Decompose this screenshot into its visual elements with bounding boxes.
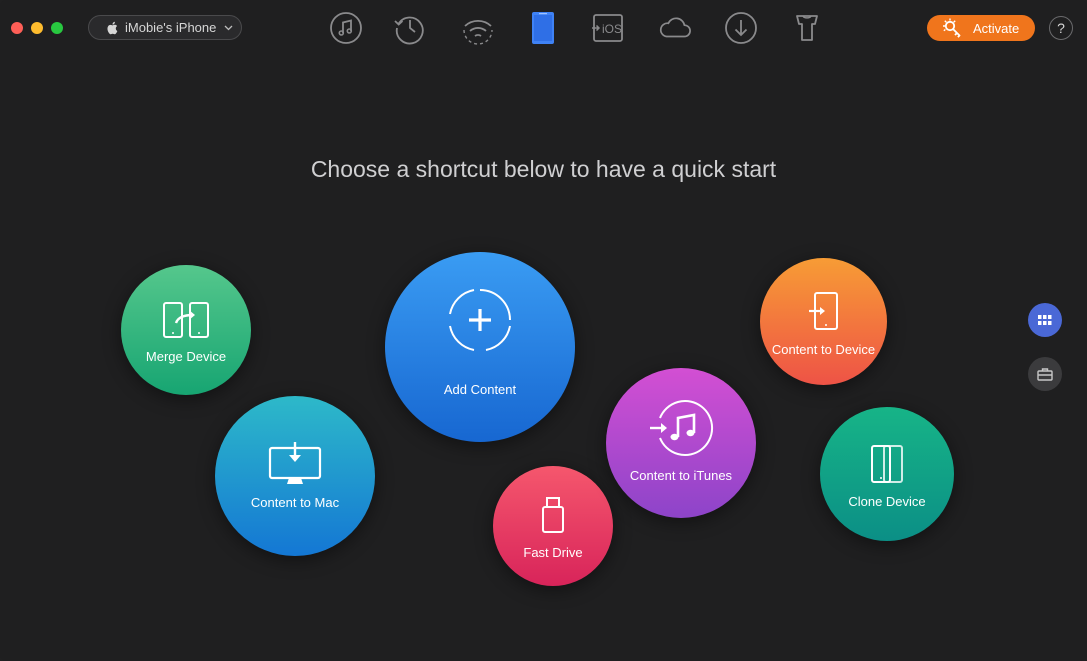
device-manager-icon[interactable] xyxy=(526,11,560,45)
grid-view-icon xyxy=(1038,315,1052,325)
toolbox-icon xyxy=(1037,367,1053,381)
content-to-mac-button[interactable]: Content to Mac xyxy=(215,396,375,556)
fast-drive-button[interactable]: Fast Drive xyxy=(493,466,613,586)
music-icon[interactable] xyxy=(329,11,363,45)
ringtone-icon[interactable] xyxy=(790,11,824,45)
device-name: iMobie's iPhone xyxy=(125,20,217,35)
app-window: iMobie's iPhone iOS Activate ? Choose a … xyxy=(0,0,1087,661)
add-content-label: Add Content xyxy=(443,382,517,397)
content-to-device-button[interactable]: Content to Device xyxy=(760,258,887,385)
key-icon xyxy=(941,17,963,39)
activate-label: Activate xyxy=(973,20,1020,36)
download-icon[interactable] xyxy=(724,11,758,45)
grid-view-button[interactable] xyxy=(1028,303,1062,337)
history-icon[interactable] xyxy=(393,11,427,45)
merge-device-icon xyxy=(121,301,251,339)
icloud-icon[interactable] xyxy=(658,11,692,45)
merge-device-label: Merge Device xyxy=(145,349,227,364)
device-selector[interactable]: iMobie's iPhone xyxy=(88,15,242,40)
content-to-itunes-button[interactable]: Content to iTunes xyxy=(606,368,756,518)
svg-text:iOS: iOS xyxy=(602,22,622,36)
itunes-icon xyxy=(606,397,756,459)
clone-device-label: Clone Device xyxy=(848,494,926,509)
merge-device-button[interactable]: Merge Device xyxy=(121,265,251,395)
content-to-mac-label: Content to Mac xyxy=(250,495,340,510)
clone-device-icon xyxy=(820,445,954,483)
monitor-download-icon xyxy=(215,442,375,488)
clone-device-button[interactable]: Clone Device xyxy=(820,407,954,541)
zoom-window-button[interactable] xyxy=(51,22,63,34)
chevron-down-icon xyxy=(224,25,233,31)
minimize-window-button[interactable] xyxy=(31,22,43,34)
add-content-icon xyxy=(385,288,575,352)
fast-drive-label: Fast Drive xyxy=(523,545,583,560)
usb-drive-icon xyxy=(493,497,613,533)
title-bar: iMobie's iPhone iOS Activate ? xyxy=(0,0,1087,56)
wifi-sync-icon[interactable] xyxy=(461,11,495,45)
ios-mover-icon[interactable]: iOS xyxy=(591,11,625,45)
add-content-button[interactable]: Add Content xyxy=(385,252,575,442)
content-to-device-label: Content to Device xyxy=(771,342,876,357)
close-window-button[interactable] xyxy=(11,22,23,34)
phone-import-icon xyxy=(760,292,887,330)
page-title: Choose a shortcut below to have a quick … xyxy=(310,156,777,182)
apple-icon xyxy=(106,21,118,35)
toolbox-button[interactable] xyxy=(1028,357,1062,391)
help-button[interactable]: ? xyxy=(1049,16,1073,40)
content-to-itunes-label: Content to iTunes xyxy=(629,468,733,483)
activate-button[interactable]: Activate xyxy=(927,15,1035,41)
